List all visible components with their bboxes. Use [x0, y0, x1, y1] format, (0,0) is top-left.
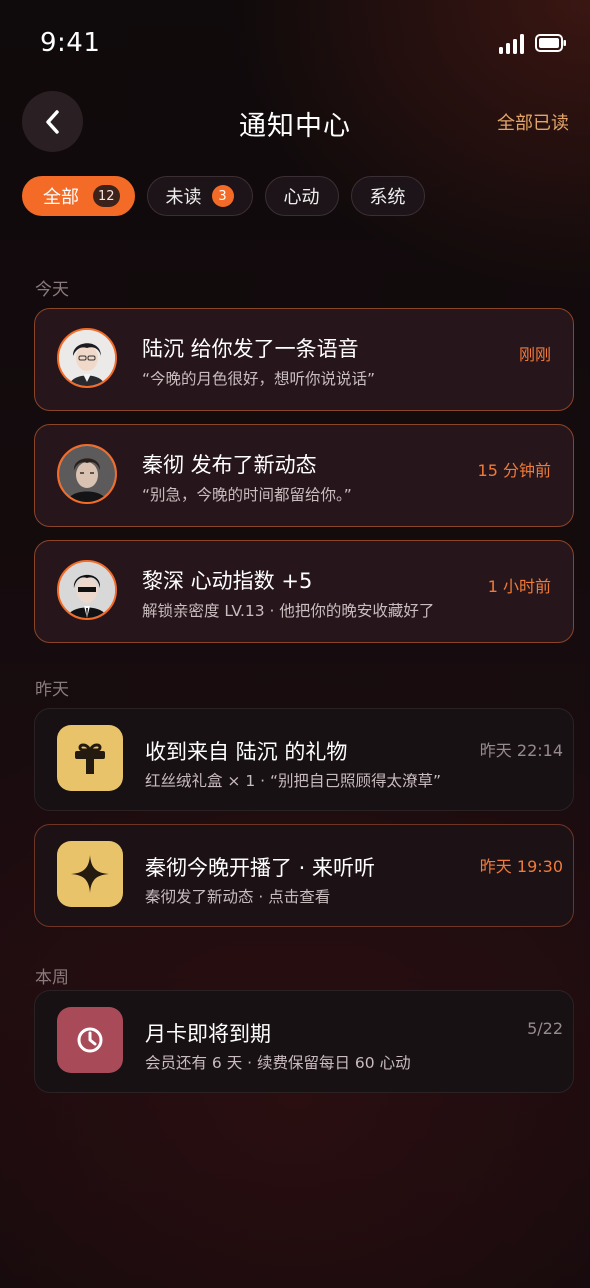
- battery-icon: [535, 34, 566, 52]
- notification-title: 黎深 心动指数 +5: [142, 569, 313, 593]
- notification-item[interactable]: 秦彻 发布了新动态 “别急，今晚的时间都留给你。” 15 分钟前: [34, 424, 574, 527]
- avatar: [57, 444, 117, 504]
- notification-subtitle: 秦彻发了新动态 · 点击查看: [145, 888, 331, 906]
- tab-unread[interactable]: 未读 3: [146, 176, 253, 216]
- notification-subtitle: 会员还有 6 天 · 续费保留每日 60 心动: [145, 1054, 411, 1072]
- notification-item[interactable]: 收到来自 陆沉 的礼物 红丝绒礼盒 × 1 · “别把自己照顾得太潦草” 昨天 …: [34, 708, 574, 811]
- notification-title: 收到来自 陆沉 的礼物: [145, 740, 348, 764]
- filter-tabs: 全部 12 未读 3 心动 系统: [22, 176, 425, 216]
- section-label-yesterday: 昨天: [35, 680, 69, 700]
- clock-icon: [77, 1027, 103, 1053]
- notification-subtitle: “今晚的月色很好，想听你说说话”: [142, 370, 376, 388]
- gift-icon: [75, 743, 105, 774]
- tab-label: 心动: [283, 187, 320, 208]
- li-shen-avatar: [59, 562, 115, 618]
- section-label-today: 今天: [35, 280, 69, 300]
- notification-time: 刚刚: [518, 345, 551, 364]
- notification-title: 陆沉 给你发了一条语音: [142, 337, 359, 361]
- sparkle-icon: [71, 855, 109, 893]
- mark-all-read-button[interactable]: 全部已读: [497, 109, 569, 135]
- tab-system[interactable]: 系统: [350, 176, 425, 216]
- notification-time: 15 分钟前: [477, 461, 551, 480]
- notification-title: 秦彻今晚开播了 · 来听听: [145, 856, 376, 880]
- qin-che-avatar: [59, 446, 115, 502]
- signal-icon: [499, 34, 524, 54]
- avatar: [57, 328, 117, 388]
- tab-label: 全部: [43, 187, 79, 208]
- notification-time: 1 小时前: [487, 577, 551, 596]
- count-badge: 3: [211, 185, 234, 207]
- notification-item[interactable]: 黎深 心动指数 +5 解锁亲密度 LV.13 · 他把你的晚安收藏好了 1 小时…: [34, 540, 574, 643]
- tab-heartbeat[interactable]: 心动: [264, 176, 339, 216]
- notification-title: 秦彻 发布了新动态: [142, 453, 317, 477]
- status-time: 9:41: [40, 28, 101, 58]
- lu-chen-avatar: [59, 330, 115, 386]
- notification-subtitle: 解锁亲密度 LV.13 · 他把你的晚安收藏好了: [142, 602, 435, 620]
- notification-time: 昨天 22:14: [479, 741, 563, 760]
- sparkle-tile: [57, 841, 123, 907]
- section-label-this-week: 本周: [35, 968, 69, 988]
- notification-subtitle: “别急，今晚的时间都留给你。”: [142, 486, 352, 504]
- notification-time: 5/22: [527, 1019, 563, 1038]
- tab-label: 未读: [165, 187, 202, 208]
- tab-all[interactable]: 全部 12: [22, 176, 135, 216]
- avatar: [57, 560, 117, 620]
- notification-item[interactable]: 陆沉 给你发了一条语音 “今晚的月色很好，想听你说说话” 刚刚: [34, 308, 574, 411]
- tab-label: 系统: [369, 187, 406, 208]
- clock-tile: [57, 1007, 123, 1073]
- notification-item[interactable]: 月卡即将到期 会员还有 6 天 · 续费保留每日 60 心动 5/22: [34, 990, 574, 1093]
- notification-item[interactable]: 秦彻今晚开播了 · 来听听 秦彻发了新动态 · 点击查看 昨天 19:30: [34, 824, 574, 927]
- notification-subtitle: 红丝绒礼盒 × 1 · “别把自己照顾得太潦草”: [145, 772, 442, 790]
- count-badge: 12: [93, 185, 120, 207]
- notification-title: 月卡即将到期: [145, 1022, 271, 1046]
- status-bar: 9:41: [0, 0, 590, 88]
- gift-tile: [57, 725, 123, 791]
- notification-time: 昨天 19:30: [479, 857, 563, 876]
